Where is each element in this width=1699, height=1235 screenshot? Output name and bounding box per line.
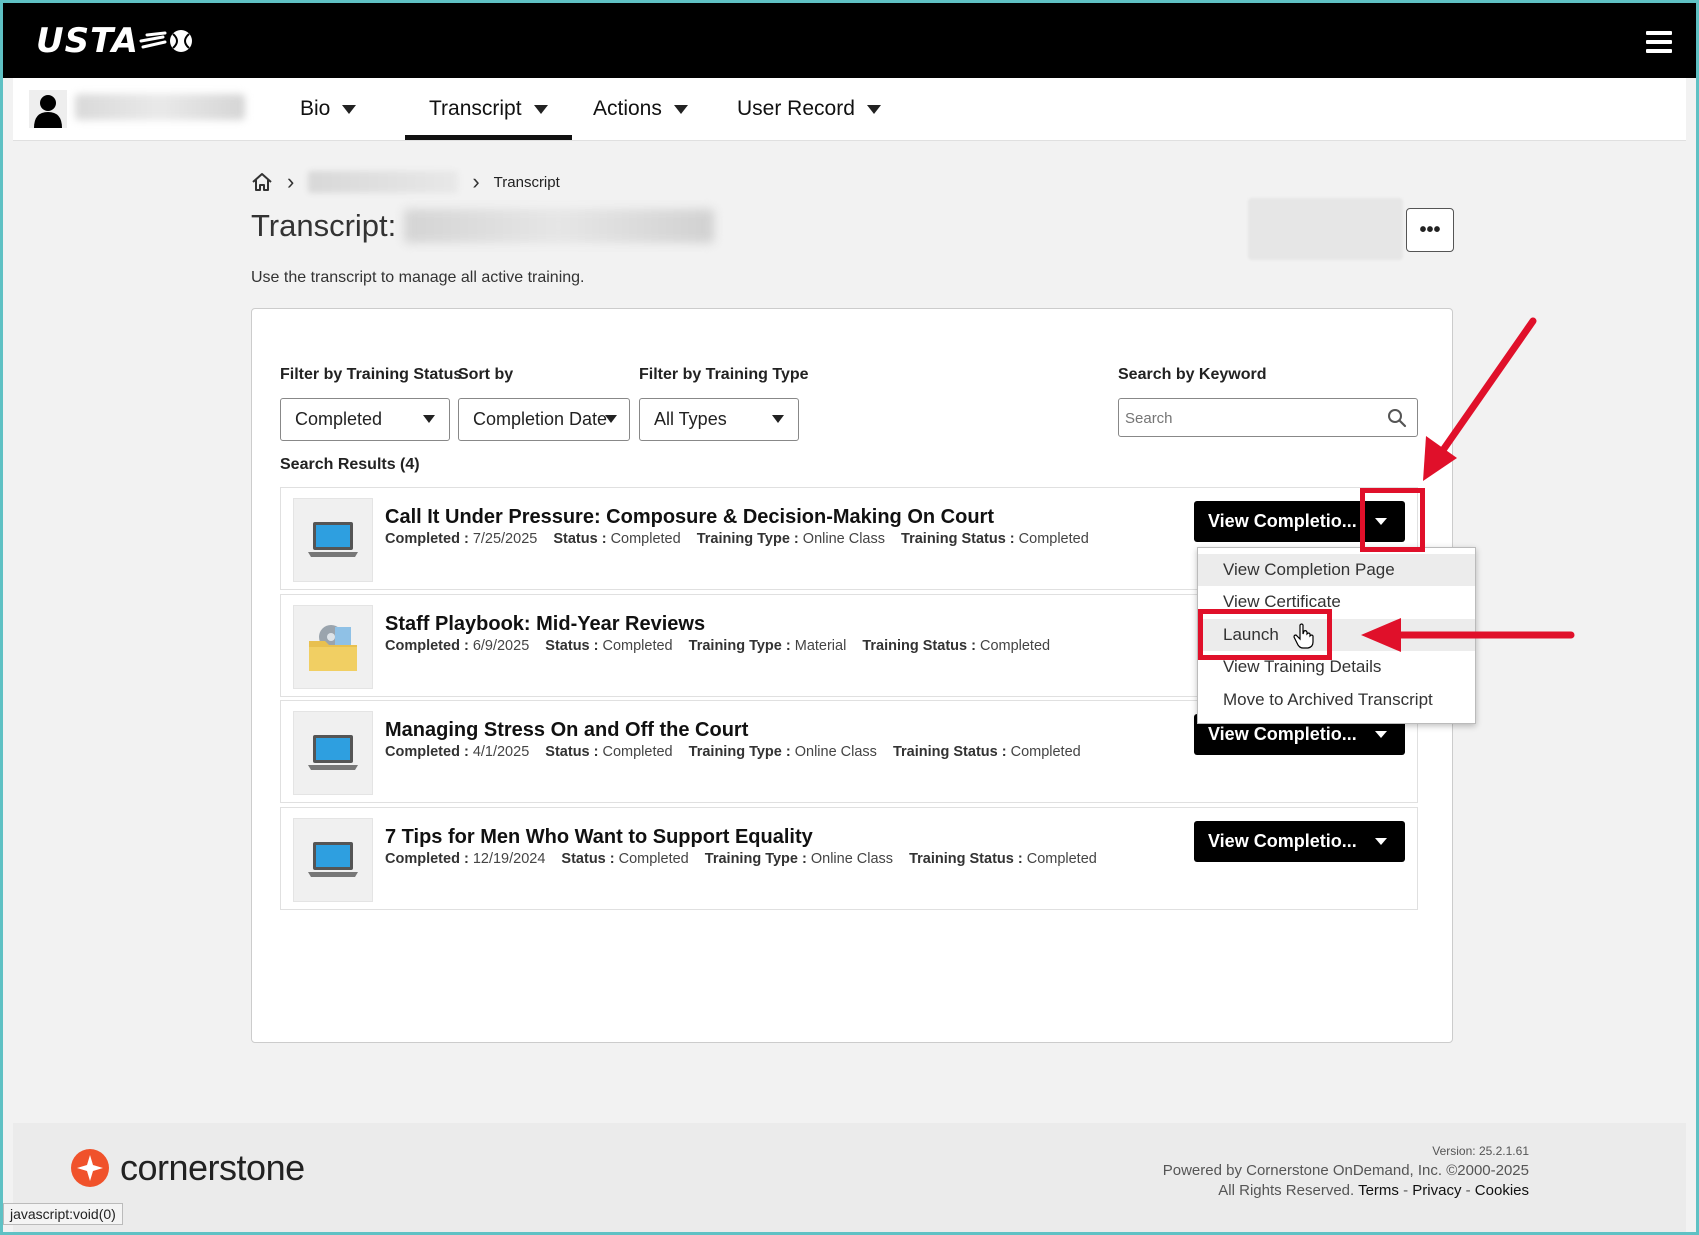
- training-status-label: Training Status :: [909, 851, 1023, 867]
- arrow-to-toggle-icon: [1437, 317, 1537, 457]
- version-text: Version: 25.2.1.61: [1432, 1144, 1529, 1158]
- caret-down-icon: [1375, 838, 1387, 845]
- list-item: 7 Tips for Men Who Want to Support Equal…: [280, 807, 1418, 910]
- completed-date: 12/19/2024: [472, 851, 546, 867]
- app-window: USTA Bio Transcript Actions User Record …: [3, 3, 1696, 1232]
- powered-by-text: Powered by Cornerstone OnDemand, Inc. ©2…: [1162, 1162, 1529, 1179]
- status-value: Completed: [618, 851, 689, 867]
- status-label: Status :: [561, 851, 615, 867]
- separator: -: [1465, 1182, 1471, 1199]
- cornerstone-logo: cornerstone: [70, 1147, 305, 1189]
- actions-dropdown-toggle[interactable]: [1357, 821, 1405, 862]
- thumbnail[interactable]: [293, 818, 373, 902]
- terms-link[interactable]: Terms: [1358, 1182, 1399, 1199]
- arrow-head-icon: [1361, 618, 1401, 652]
- training-meta: Completed : 12/19/2024 Status : Complete…: [385, 851, 1097, 867]
- laptop-icon: [308, 842, 358, 877]
- privacy-link[interactable]: Privacy: [1412, 1182, 1461, 1199]
- separator: -: [1403, 1182, 1409, 1199]
- training-title[interactable]: 7 Tips for Men Who Want to Support Equal…: [385, 826, 813, 849]
- browser-status-bar: javascript:void(0): [3, 1203, 123, 1225]
- cookies-link[interactable]: Cookies: [1475, 1182, 1529, 1199]
- completed-label: Completed :: [385, 851, 469, 867]
- rights-line: All Rights Reserved. Terms - Privacy - C…: [1163, 1181, 1529, 1201]
- view-completion-button-group: View Completio...: [1194, 821, 1405, 862]
- cornerstone-star-icon: [71, 1149, 109, 1187]
- footer-legal: Version: 25.2.1.61 Powered by Cornerston…: [1163, 1141, 1529, 1201]
- view-completion-button[interactable]: View Completio...: [1194, 831, 1368, 852]
- type-label: Training Type :: [704, 851, 807, 867]
- rights-text: All Rights Reserved.: [1218, 1182, 1355, 1199]
- footer: cornerstone Version: 25.2.1.61 Powered b…: [13, 1123, 1686, 1232]
- annotation-arrows: [1361, 317, 1575, 652]
- type-value: Online Class: [810, 851, 894, 867]
- training-status-value: Completed: [1026, 851, 1097, 867]
- cornerstone-wordmark: cornerstone: [120, 1147, 305, 1188]
